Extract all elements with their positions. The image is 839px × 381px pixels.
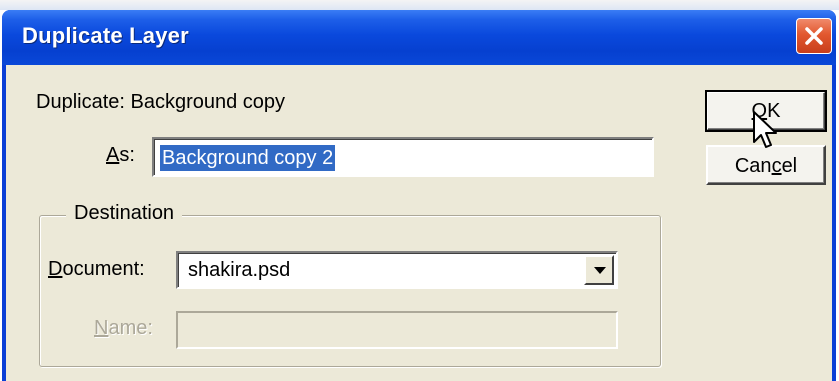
dialog-title: Duplicate Layer: [22, 23, 189, 48]
mouse-pointer-icon: [753, 111, 777, 148]
name-label-hotkey: N: [94, 317, 109, 339]
title-bar[interactable]: Duplicate Layer: [2, 10, 836, 65]
name-label-rest: ame:: [108, 317, 153, 339]
document-label: Document:: [48, 258, 145, 281]
source-layer-text: Duplicate: Background copy: [36, 91, 285, 114]
as-label: As:: [106, 144, 135, 167]
document-select[interactable]: shakira.psd: [176, 251, 618, 289]
document-dropdown-button[interactable]: [584, 255, 614, 285]
destination-legend: Destination: [66, 202, 183, 225]
cancel-hotkey: c: [771, 155, 782, 177]
as-label-rest: s:: [119, 144, 135, 166]
as-name-value: Background copy 2: [160, 145, 336, 171]
source-layer-name: Background copy: [130, 91, 286, 113]
cancel-button-label: Cancel: [708, 155, 824, 178]
name-label: Name:: [94, 317, 153, 340]
chevron-down-icon: [594, 267, 606, 274]
close-icon: [805, 27, 823, 45]
document-label-rest: ocument:: [62, 258, 145, 280]
close-button[interactable]: [796, 18, 832, 54]
cancel-rest: el: [781, 155, 798, 177]
cancel-pre: Can: [734, 155, 772, 177]
as-label-hotkey: A: [106, 144, 120, 166]
background-strip: [0, 0, 839, 10]
source-prefix: Duplicate:: [36, 91, 125, 113]
duplicate-layer-dialog: Duplicate Layer Duplicate: Background co…: [2, 10, 836, 381]
document-select-value: shakira.psd: [188, 259, 291, 281]
as-name-input[interactable]: Background copy 2: [152, 137, 654, 177]
dialog-body: Duplicate: Background copy As: Backgroun…: [6, 65, 832, 381]
name-input-disabled: [176, 311, 618, 349]
document-label-hotkey: D: [48, 258, 63, 280]
